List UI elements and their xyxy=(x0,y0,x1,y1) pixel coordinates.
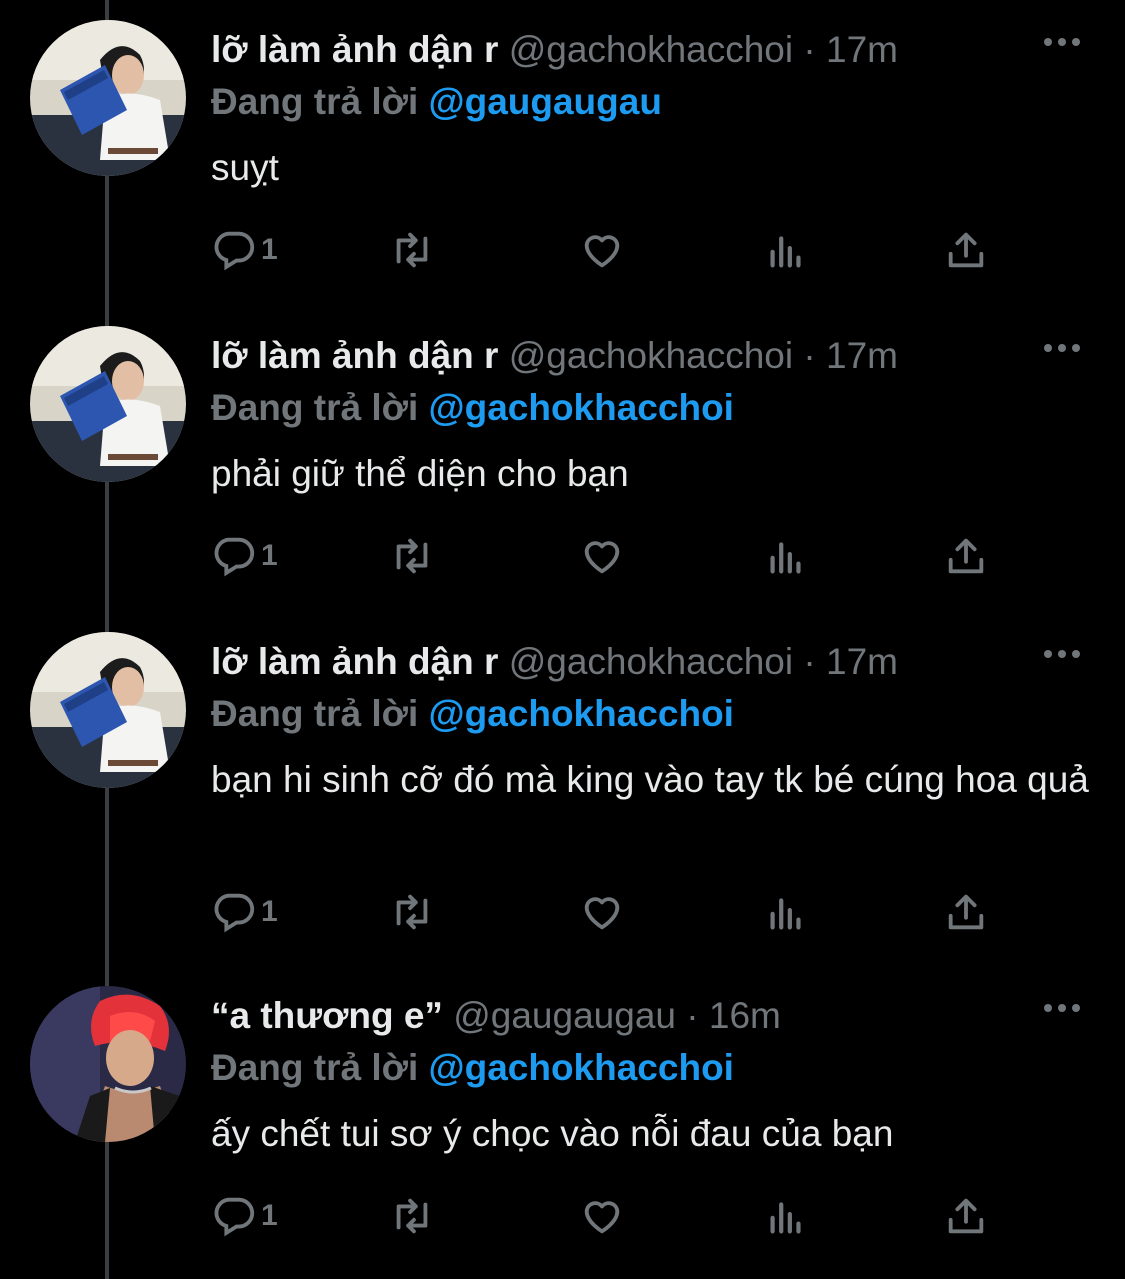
replying-to-label: Đang trả lời xyxy=(211,1047,419,1088)
display-name[interactable]: lỡ làm ảnh dận r xyxy=(211,641,498,682)
share-button[interactable] xyxy=(943,225,989,275)
like-button[interactable] xyxy=(579,1191,625,1241)
user-handle[interactable]: @gachokhacchoi xyxy=(509,641,793,682)
retweet-button[interactable] xyxy=(389,225,435,275)
thread-line xyxy=(105,0,109,22)
replying-to-label: Đang trả lời xyxy=(211,81,419,122)
retweet-button[interactable] xyxy=(389,531,435,581)
views-icon xyxy=(770,898,801,930)
mention-link[interactable]: @gachokhacchoi xyxy=(429,387,734,428)
views-icon xyxy=(770,236,801,268)
action-bar: 1 xyxy=(211,1191,1011,1241)
display-name[interactable]: lỡ làm ảnh dận r xyxy=(211,29,498,70)
replying-to-label: Đang trả lời xyxy=(211,693,419,734)
action-bar: 1 xyxy=(211,531,1011,581)
like-icon xyxy=(584,1201,620,1234)
more-icon[interactable] xyxy=(1042,34,1082,50)
replying-to: Đang trả lời @gachokhacchoi xyxy=(211,386,734,430)
separator-dot: · xyxy=(686,995,699,1036)
separator-dot: · xyxy=(803,29,816,70)
display-name[interactable]: “a thương e” xyxy=(211,995,443,1036)
separator-dot: · xyxy=(803,641,816,682)
like-icon xyxy=(584,235,620,268)
share-button[interactable] xyxy=(943,887,989,937)
action-bar: 1 xyxy=(211,225,1011,275)
retweet-icon xyxy=(396,1198,428,1234)
reply-button[interactable]: 1 xyxy=(211,887,278,937)
tweet[interactable]: lỡ làm ảnh dận r @gachokhacchoi · 17m Đa… xyxy=(0,632,1125,972)
avatar[interactable] xyxy=(30,632,186,788)
like-button[interactable] xyxy=(579,887,625,937)
reply-count: 1 xyxy=(261,1199,278,1232)
tweet-text: bạn hi sinh cỡ đó mà king vào tay tk bé … xyxy=(211,759,1089,800)
mention-link[interactable]: @gachokhacchoi xyxy=(429,693,734,734)
timestamp[interactable]: 16m xyxy=(709,995,781,1036)
retweet-icon xyxy=(396,894,428,930)
avatar[interactable] xyxy=(30,20,186,176)
tweet-text: suỵt xyxy=(211,147,279,188)
user-handle[interactable]: @gachokhacchoi xyxy=(509,335,793,376)
tweet-header: “a thương e” @gaugaugau · 16m xyxy=(211,994,781,1038)
reply-button[interactable]: 1 xyxy=(211,1191,278,1241)
mention-link[interactable]: @gachokhacchoi xyxy=(429,1047,734,1088)
reply-button[interactable]: 1 xyxy=(211,531,278,581)
like-icon xyxy=(584,541,620,574)
reply-icon xyxy=(214,1197,255,1237)
more-icon[interactable] xyxy=(1042,1000,1082,1016)
replying-to-label: Đang trả lời xyxy=(211,387,419,428)
retweet-icon xyxy=(396,232,428,268)
more-icon[interactable] xyxy=(1042,340,1082,356)
reply-count: 1 xyxy=(261,539,278,572)
share-button[interactable] xyxy=(943,1191,989,1241)
reply-icon xyxy=(214,231,255,271)
tweet-header: lỡ làm ảnh dận r @gachokhacchoi · 17m xyxy=(211,640,898,684)
reply-button[interactable]: 1 xyxy=(211,225,278,275)
avatar[interactable] xyxy=(30,986,186,1142)
reply-icon xyxy=(214,537,255,577)
display-name[interactable]: lỡ làm ảnh dận r xyxy=(211,335,498,376)
tweet-header: lỡ làm ảnh dận r @gachokhacchoi · 17m xyxy=(211,334,898,378)
views-button[interactable] xyxy=(763,225,809,275)
timestamp[interactable]: 17m xyxy=(826,641,898,682)
share-icon xyxy=(948,894,984,930)
share-icon xyxy=(948,1198,984,1234)
reply-count: 1 xyxy=(261,233,278,266)
replying-to: Đang trả lời @gaugaugau xyxy=(211,80,662,124)
retweet-button[interactable] xyxy=(389,1191,435,1241)
retweet-button[interactable] xyxy=(389,887,435,937)
share-icon xyxy=(948,538,984,574)
tweet[interactable]: lỡ làm ảnh dận r @gachokhacchoi · 17m Đa… xyxy=(0,326,1125,616)
share-button[interactable] xyxy=(943,531,989,581)
like-button[interactable] xyxy=(579,225,625,275)
tweet-text: phải giữ thể diện cho bạn xyxy=(211,453,629,494)
views-icon xyxy=(770,1202,801,1234)
tweet-text: ấy chết tui sơ ý chọc vào nỗi đau của bạ… xyxy=(211,1113,894,1154)
more-icon[interactable] xyxy=(1042,646,1082,662)
replying-to: Đang trả lời @gachokhacchoi xyxy=(211,692,734,736)
user-handle[interactable]: @gachokhacchoi xyxy=(509,29,793,70)
timestamp[interactable]: 17m xyxy=(826,335,898,376)
reply-icon xyxy=(214,893,255,933)
reply-count: 1 xyxy=(261,895,278,928)
mention-link[interactable]: @gaugaugau xyxy=(429,81,662,122)
action-bar: 1 xyxy=(211,887,1011,937)
views-icon xyxy=(770,542,801,574)
like-button[interactable] xyxy=(579,531,625,581)
like-icon xyxy=(584,897,620,930)
avatar[interactable] xyxy=(30,326,186,482)
views-button[interactable] xyxy=(763,531,809,581)
views-button[interactable] xyxy=(763,1191,809,1241)
views-button[interactable] xyxy=(763,887,809,937)
tweet[interactable]: lỡ làm ảnh dận r @gachokhacchoi · 17m Đa… xyxy=(0,20,1125,310)
timestamp[interactable]: 17m xyxy=(826,29,898,70)
share-icon xyxy=(948,232,984,268)
tweet[interactable]: “a thương e” @gaugaugau · 16m Đang trả l… xyxy=(0,986,1125,1276)
user-handle[interactable]: @gaugaugau xyxy=(453,995,676,1036)
tweet-header: lỡ làm ảnh dận r @gachokhacchoi · 17m xyxy=(211,28,898,72)
separator-dot: · xyxy=(803,335,816,376)
replying-to: Đang trả lời @gachokhacchoi xyxy=(211,1046,734,1090)
retweet-icon xyxy=(396,538,428,574)
